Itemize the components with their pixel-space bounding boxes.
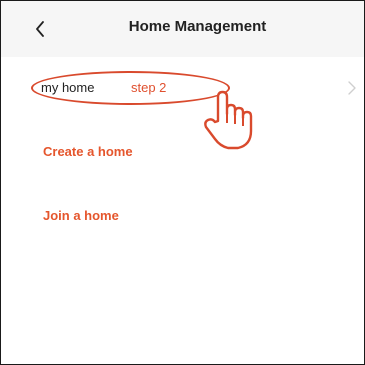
home-name-label: my home [41, 80, 95, 95]
chevron-right-icon [348, 81, 356, 95]
hand-pointer-icon [204, 90, 253, 150]
create-home-link[interactable]: Create a home [43, 144, 133, 159]
home-list-item[interactable]: my home [1, 67, 364, 111]
app-screen: Home Management my home step 2 Create a … [0, 0, 365, 365]
join-home-link[interactable]: Join a home [43, 208, 119, 223]
step-label: step 2 [131, 80, 167, 95]
page-title: Home Management [128, 18, 267, 35]
navigation-bar: Home Management [1, 1, 364, 57]
